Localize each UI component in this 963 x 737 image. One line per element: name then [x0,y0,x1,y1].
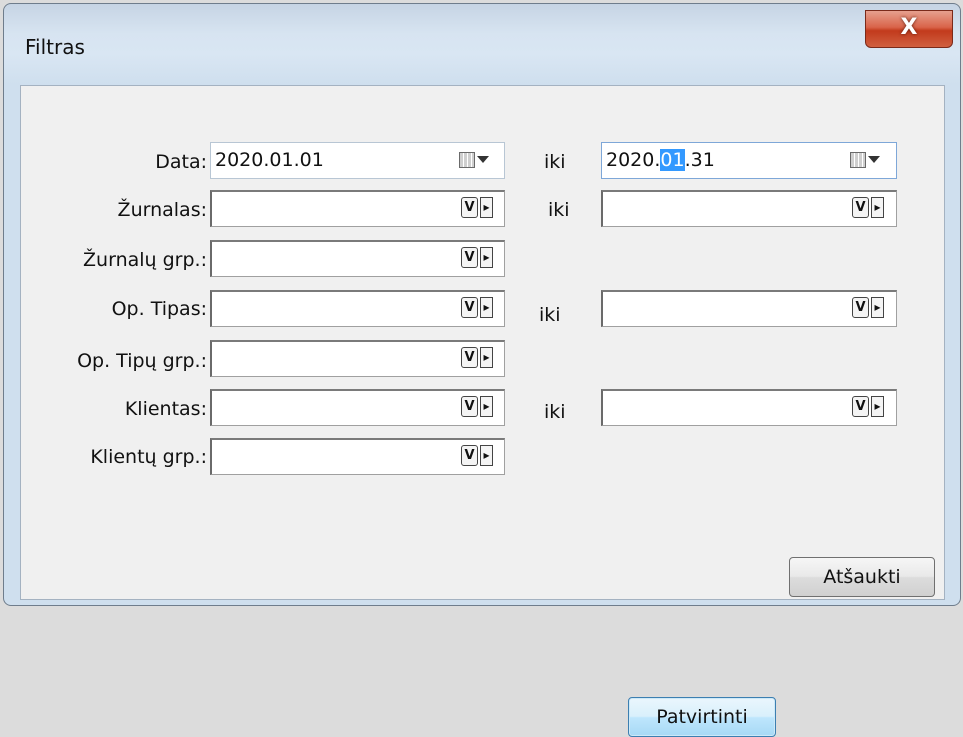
lookup-button[interactable]: V [852,297,869,318]
arrow-right-icon[interactable]: ▸ [871,197,884,218]
lookup-button[interactable]: V [461,247,478,268]
arrow-right-icon[interactable]: ▸ [480,396,493,417]
operation-type-to-label: iki [539,304,561,326]
journal-group-label: Žurnalų grp.: [83,249,207,271]
arrow-right-icon[interactable]: ▸ [480,347,493,368]
operation-type-group-field[interactable]: V ▸ [210,340,505,377]
date-to-label: iki [544,151,566,173]
operation-type-to-field[interactable]: V ▸ [601,290,897,327]
client-to-field[interactable]: V ▸ [601,389,897,426]
lookup-button[interactable]: V [461,396,478,417]
journal-to-label: iki [548,199,570,221]
lookup-button[interactable]: V [461,347,478,368]
journal-label: Žurnalas: [117,199,207,221]
title-bar: Filtras X [4,4,960,84]
close-button[interactable]: X [865,10,953,48]
client-to-label: iki [544,401,566,423]
arrow-right-icon[interactable]: ▸ [871,396,884,417]
lookup-button[interactable]: V [852,396,869,417]
filter-dialog: Filtras X Data: 2020.01.01 iki 2020.01.3… [3,3,961,606]
dialog-title: Filtras [25,35,85,59]
operation-type-group-label: Op. Tipų grp.: [77,350,207,372]
dialog-body: Data: 2020.01.01 iki 2020.01.31 Žurnalas… [20,85,945,600]
close-icon: X [900,15,918,40]
lookup-button[interactable]: V [852,197,869,218]
arrow-right-icon[interactable]: ▸ [871,297,884,318]
date-from-value: 2020.01.01 [215,149,324,171]
confirm-button[interactable]: Patvirtinti [628,697,776,737]
client-from-field[interactable]: V ▸ [210,389,505,426]
journal-group-field[interactable]: V ▸ [210,240,505,277]
journal-to-field[interactable]: V ▸ [601,190,897,227]
lookup-button[interactable]: V [461,197,478,218]
arrow-right-icon[interactable]: ▸ [480,297,493,318]
lookup-button[interactable]: V [461,445,478,466]
calendar-icon[interactable] [850,152,866,168]
operation-type-label: Op. Tipas: [111,298,207,320]
journal-from-field[interactable]: V ▸ [210,190,505,227]
client-label: Klientas: [124,398,207,420]
operation-type-from-field[interactable]: V ▸ [210,290,505,327]
lookup-button[interactable]: V [461,297,478,318]
arrow-right-icon[interactable]: ▸ [480,247,493,268]
arrow-right-icon[interactable]: ▸ [480,445,493,466]
arrow-right-icon[interactable]: ▸ [480,197,493,218]
dropdown-arrow-icon[interactable] [477,156,489,163]
date-from-field[interactable]: 2020.01.01 [210,142,505,179]
cancel-button[interactable]: Atšaukti [789,557,935,597]
date-to-value: 2020.01.31 [606,149,715,171]
client-group-field[interactable]: V ▸ [210,438,505,475]
selected-month-text: 01 [660,149,685,171]
date-to-field[interactable]: 2020.01.31 [601,142,897,179]
dropdown-arrow-icon[interactable] [868,156,880,163]
client-group-label: Klientų grp.: [90,446,207,468]
date-label: Data: [155,151,207,173]
calendar-icon[interactable] [459,152,475,168]
